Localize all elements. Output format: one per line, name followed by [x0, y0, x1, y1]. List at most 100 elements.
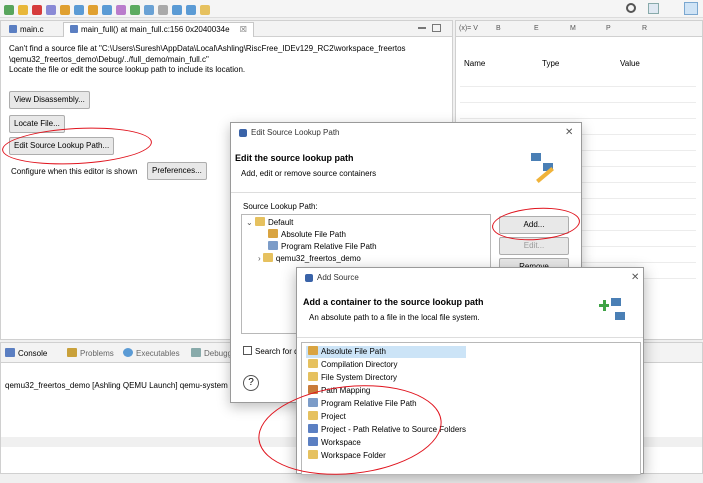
mapping-icon	[308, 385, 318, 394]
list-item-workspace-folder[interactable]: Workspace Folder	[308, 450, 386, 462]
console-line: qemu32_freertos_demo [Ashling QEMU Launc…	[5, 381, 228, 390]
message-line-2: \qemu32_freertos_demo\Debug/../full_demo…	[9, 55, 209, 64]
project-icon	[308, 411, 318, 420]
dialog-banner: Edit the source lookup path Add, edit or…	[231, 143, 581, 193]
maximize-icon[interactable]	[432, 24, 441, 32]
workspace-icon	[308, 437, 318, 446]
resume-icon	[4, 4, 14, 15]
tab-registers[interactable]: R	[642, 25, 647, 32]
tab-expressions[interactable]: E	[534, 25, 539, 32]
list-item-project-relative[interactable]: Project - Path Relative to Source Folder…	[308, 424, 466, 436]
message-line-3: Locate the file or edit the source looku…	[9, 65, 246, 74]
dialog-subtitle: Add, edit or remove source containers	[241, 169, 377, 178]
tab-main-c[interactable]: main.c	[3, 23, 50, 37]
tab-executables[interactable]: Executables	[123, 348, 180, 358]
dialog-subtitle: An absolute path to a file in the local …	[309, 313, 480, 322]
lookup-list-label: Source Lookup Path:	[243, 202, 318, 211]
close-icon[interactable]: ✕	[565, 127, 573, 138]
add-source-dialog: Add Source ✕ Add a container to the sour…	[296, 267, 644, 475]
list-item-workspace[interactable]: Workspace	[308, 437, 361, 449]
tab-console[interactable]: Console	[5, 348, 47, 358]
tree-item-program-relative[interactable]: Program Relative File Path	[268, 241, 377, 253]
list-item-program-relative[interactable]: Program Relative File Path	[308, 398, 417, 410]
source-path-edit-icon	[529, 149, 559, 187]
problems-icon	[67, 348, 77, 357]
disconnect-icon	[46, 4, 56, 15]
search-duplicates-checkbox[interactable]: Search for d	[243, 346, 299, 356]
container-type-list[interactable]: Absolute File Path Compilation Directory…	[301, 342, 641, 475]
preferences-button[interactable]: Preferences...	[147, 162, 207, 180]
dialog-banner: Add a container to the source lookup pat…	[297, 288, 643, 338]
tab-variables[interactable]: (x)= V	[459, 25, 478, 32]
dialog-titlebar[interactable]: Edit Source Lookup Path ✕	[231, 123, 581, 143]
view-disassembly-button[interactable]: View Disassembly...	[9, 91, 90, 109]
dialog-titlebar[interactable]: Add Source ✕	[297, 268, 643, 288]
executables-icon	[123, 348, 133, 357]
tree-item-project[interactable]: › qemu32_freertos_demo	[258, 253, 361, 265]
toolbar-icons[interactable]	[2, 4, 212, 15]
dialog-title: Add Source	[317, 273, 359, 282]
terminate-icon	[32, 4, 42, 15]
suspend-icon	[18, 4, 28, 15]
folder-icon	[308, 372, 318, 381]
add-container-icon	[599, 296, 627, 326]
dialog-heading: Add a container to the source lookup pat…	[303, 297, 484, 307]
debug-icon	[144, 4, 154, 15]
program-icon	[268, 241, 278, 250]
dialog-title: Edit Source Lookup Path	[251, 128, 340, 137]
perspective-icon[interactable]	[648, 3, 659, 14]
eclipse-icon	[305, 274, 313, 282]
list-item-filesystem[interactable]: File System Directory	[308, 372, 397, 384]
absolute-path-icon	[268, 229, 278, 238]
main-toolbar	[0, 0, 703, 18]
col-value: Value	[620, 59, 640, 68]
edit-source-lookup-button[interactable]: Edit Source Lookup Path...	[9, 137, 115, 155]
minimize-icon[interactable]	[418, 27, 426, 29]
step-return-icon	[88, 4, 98, 15]
close-icon[interactable]: ✕	[631, 272, 639, 283]
tab-peripherals[interactable]: P	[606, 25, 611, 32]
debug-perspective-icon[interactable]	[684, 2, 698, 15]
editor-tabbar: main.c main_full() at main_full.c:156 0x…	[1, 21, 452, 37]
locate-file-button[interactable]: Locate File...	[9, 115, 65, 133]
absolute-path-icon	[308, 346, 318, 355]
run-icon	[130, 4, 140, 15]
project-icon	[262, 253, 273, 262]
navigate-back-icon	[172, 4, 182, 15]
tab-modules[interactable]: M	[570, 25, 576, 32]
tab-debugger[interactable]: Debugg	[191, 348, 232, 358]
list-item-project[interactable]: Project	[308, 411, 346, 423]
debugger-icon	[191, 348, 201, 357]
folder-icon	[308, 359, 318, 368]
step-over-icon	[74, 4, 84, 15]
open-file-icon	[200, 4, 210, 15]
configure-text: Configure when this editor is shown	[11, 167, 138, 176]
search-icon[interactable]	[626, 3, 636, 13]
c-file-icon	[9, 25, 17, 33]
instruction-step-icon	[102, 4, 112, 15]
add-button[interactable]: Add...	[499, 216, 569, 234]
list-item-compilation[interactable]: Compilation Directory	[308, 359, 397, 371]
tab-main-full[interactable]: main_full() at main_full.c:156 0x2040034…	[63, 22, 254, 37]
folder-icon	[308, 450, 318, 459]
list-item-path-mapping[interactable]: Path Mapping	[308, 385, 370, 397]
variables-tabbar: (x)= V B E M P R	[456, 21, 702, 37]
console-icon	[5, 348, 15, 357]
list-item-absolute[interactable]: Absolute File Path	[306, 346, 466, 358]
program-icon	[308, 398, 318, 407]
folder-icon	[254, 217, 265, 226]
eclipse-icon	[239, 129, 247, 137]
profile-icon	[158, 4, 168, 15]
edit-button[interactable]: Edit...	[499, 237, 569, 255]
tab-main-full-label: main_full() at main_full.c:156 0x2040034…	[81, 25, 230, 34]
tree-item-absolute[interactable]: Absolute File Path	[268, 229, 346, 241]
message-line-1: Can't find a source file at "C:\Users\Su…	[9, 44, 406, 53]
tab-problems[interactable]: Problems	[67, 348, 114, 358]
col-type: Type	[542, 59, 560, 68]
tree-item-default[interactable]: ⌄ Default	[246, 217, 293, 229]
help-button[interactable]: ?	[243, 375, 259, 391]
close-icon[interactable]: ☒	[240, 25, 247, 34]
tab-breakpoints[interactable]: B	[496, 25, 501, 32]
col-name: Name	[464, 59, 486, 68]
dialog-heading: Edit the source lookup path	[235, 153, 354, 163]
